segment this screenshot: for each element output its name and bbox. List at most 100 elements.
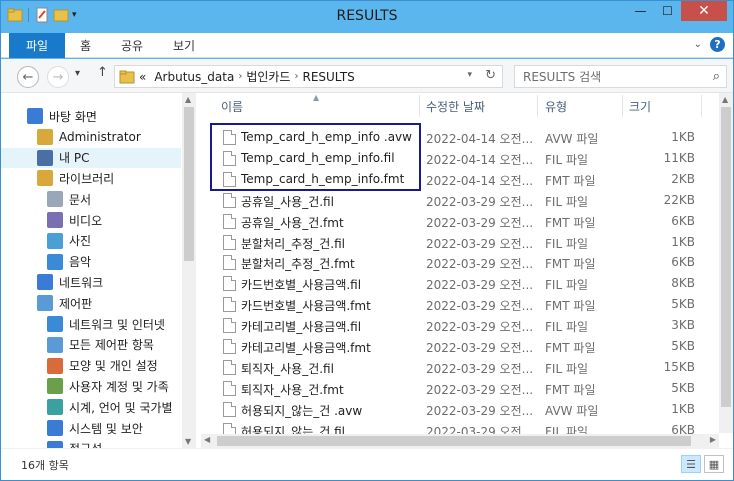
nav-scrollbar[interactable]: ▲ ▼	[182, 93, 196, 448]
scrollbar-thumb[interactable]	[184, 107, 194, 261]
nav-item[interactable]: 비디오	[1, 210, 102, 230]
file-list-scrollbar[interactable]: ▲	[719, 93, 733, 433]
nav-item-label: 모양 및 개인 설정	[69, 359, 158, 374]
nav-item-label: 라이브러리	[59, 171, 115, 186]
scroll-left-icon[interactable]: ◀	[204, 435, 210, 444]
nav-item[interactable]: 시계, 언어 및 국가별	[1, 397, 173, 417]
scroll-up-icon[interactable]: ▲	[185, 95, 191, 104]
nav-item[interactable]: 시스템 및 보안	[1, 418, 143, 438]
file-row[interactable]: 카테고리별_사용금액.fmt 2022-03-29 오전... FMT 파일 5KB	[201, 336, 711, 357]
close-button[interactable]: ✕	[681, 1, 727, 21]
nav-item-label: 사진	[69, 234, 92, 249]
nav-item-label: 접근성	[69, 440, 102, 448]
tab-home[interactable]: 홈	[80, 37, 91, 54]
file-date: 2022-04-14 오전...	[426, 173, 534, 188]
file-row[interactable]: 퇴직자_사용_건.fil 2022-03-29 오전... FIL 파일 15KB	[201, 357, 711, 378]
network-icon	[37, 274, 53, 291]
forward-button[interactable]: →	[47, 66, 69, 88]
breadcrumb-item[interactable]: 법인카드	[246, 68, 290, 85]
file-size: 6KB	[671, 213, 695, 228]
column-header-type[interactable]: 유형	[545, 95, 567, 117]
tab-share[interactable]: 공유	[121, 37, 143, 54]
nav-item[interactable]: Administrator	[1, 127, 141, 147]
tab-view[interactable]: 보기	[173, 37, 195, 54]
file-row[interactable]: 퇴직자_사용_건.fmt 2022-03-29 오전... FMT 파일 5KB	[201, 378, 711, 399]
column-header-date[interactable]: 수정한 날짜	[426, 95, 485, 117]
file-date: 2022-04-14 오전...	[426, 152, 534, 167]
breadcrumb-item[interactable]: RESULTS	[302, 70, 354, 84]
file-type: FMT 파일	[545, 382, 596, 397]
up-icon[interactable]: ↑	[97, 65, 108, 80]
scrollbar-thumb[interactable]	[217, 436, 691, 446]
scrollbar-thumb[interactable]	[721, 107, 731, 407]
file-row[interactable]: 카테고리별_사용금액.fil 2022-03-29 오전... FIL 파일 3KB	[201, 315, 711, 336]
nav-item[interactable]: 문서	[1, 189, 91, 209]
file-date: 2022-03-29 오전...	[426, 403, 534, 418]
title-bar[interactable]: ▾ RESULTS — ☐ ✕	[1, 1, 733, 33]
network-internet-icon	[47, 316, 63, 332]
recent-locations-icon[interactable]: ▾	[75, 68, 80, 79]
file-type: FMT 파일	[545, 299, 596, 314]
nav-item[interactable]: 바탕 화면	[1, 106, 97, 126]
clock-language-icon	[47, 399, 63, 416]
file-row[interactable]: 카드번호별_사용금액.fmt 2022-03-29 오전... FMT 파일 5KB	[201, 294, 711, 315]
breadcrumb-item[interactable]: Arbutus_data	[154, 70, 234, 84]
chevron-right-icon[interactable]: ›	[238, 71, 242, 82]
file-type: FMT 파일	[545, 215, 596, 230]
file-date: 2022-03-29 오전...	[426, 361, 534, 376]
chevron-down-icon[interactable]: ▾	[467, 70, 472, 80]
file-row[interactable]: 카드번호별_사용금액.fil 2022-03-29 오전... FIL 파일 8KB	[201, 273, 711, 294]
nav-item-label: 바탕 화면	[49, 109, 97, 124]
file-date: 2022-03-29 오전...	[426, 257, 534, 272]
nav-item[interactable]: 라이브러리	[1, 168, 114, 188]
file-row[interactable]: 허용되지_않는_건 .avw 2022-03-29 오전... AVW 파일 1KB	[201, 399, 711, 420]
help-icon[interactable]: ?	[710, 37, 725, 52]
details-view-icon[interactable]: ☰	[681, 455, 701, 473]
refresh-icon[interactable]: ↻	[485, 68, 496, 83]
file-row[interactable]: 공휴일_사용_건.fil 2022-03-29 오전... FIL 파일 22KB	[201, 190, 711, 211]
search-icon[interactable]: ⌕	[713, 69, 720, 84]
maximize-button[interactable]: ☐	[654, 1, 681, 21]
file-row[interactable]: 분할처리_추정_건.fmt 2022-03-29 오전... FMT 파일 6KB	[201, 252, 711, 273]
horizontal-scrollbar[interactable]: ◀ ▶	[201, 434, 719, 448]
nav-item[interactable]: 모든 제어판 항목	[1, 335, 154, 355]
file-type: FIL 파일	[545, 194, 589, 209]
nav-item-label: 음악	[69, 255, 92, 270]
nav-item[interactable]: 접근성	[1, 439, 102, 448]
breadcrumb-overflow[interactable]: «	[139, 70, 146, 84]
nav-item-label: 시스템 및 보안	[69, 421, 143, 436]
nav-item[interactable]: 내 PC	[1, 147, 181, 168]
column-header-size[interactable]: 크기	[629, 95, 651, 117]
nav-item[interactable]: 네트워크	[1, 272, 103, 292]
chevron-right-icon[interactable]: ›	[294, 71, 298, 82]
nav-item[interactable]: 사진	[1, 231, 91, 251]
file-name: 분할처리_추정_건.fmt	[241, 257, 355, 272]
file-date: 2022-03-29 오전...	[426, 299, 534, 314]
nav-item-label: 내 PC	[59, 151, 90, 166]
file-row[interactable]: 분할처리_추정_건.fil 2022-03-29 오전... FIL 파일 1KB	[201, 232, 711, 253]
file-name: 카드번호별_사용금액.fil	[241, 278, 362, 293]
expand-ribbon-icon[interactable]: ⌄	[694, 39, 702, 50]
file-icon	[223, 297, 236, 313]
nav-item[interactable]: 네트워크 및 인터넷	[1, 314, 165, 334]
file-type: FMT 파일	[545, 341, 596, 355]
nav-item[interactable]: 사용자 계정 및 가족	[1, 376, 169, 396]
search-input[interactable]: RESULTS 검색 ⌕	[514, 65, 727, 88]
minimize-button[interactable]: —	[627, 1, 654, 21]
file-size: 1KB	[671, 234, 695, 249]
navigation-bar: ← → ▾ ↑ « Arbutus_data › 법인카드 › RESULTS …	[1, 59, 733, 93]
scroll-down-icon[interactable]: ▼	[185, 437, 191, 446]
tab-file[interactable]: 파일	[9, 33, 65, 58]
file-row[interactable]: 공휴일_사용_건.fmt 2022-03-29 오전... FMT 파일 6KB	[201, 211, 711, 232]
nav-item[interactable]: 모양 및 개인 설정	[1, 356, 158, 376]
highlight-box	[210, 123, 421, 191]
column-header-name[interactable]: 이름	[221, 95, 243, 117]
scroll-up-icon[interactable]: ▲	[722, 95, 728, 104]
nav-item[interactable]: 음악	[1, 252, 91, 272]
large-icons-view-icon[interactable]: ▦	[704, 455, 724, 473]
address-bar[interactable]: « Arbutus_data › 법인카드 › RESULTS ▾ ↻	[114, 65, 503, 88]
nav-item[interactable]: 제어판	[1, 293, 92, 313]
search-placeholder: RESULTS 검색	[523, 70, 602, 84]
scroll-right-icon[interactable]: ▶	[710, 435, 716, 444]
back-button[interactable]: ←	[17, 66, 39, 88]
